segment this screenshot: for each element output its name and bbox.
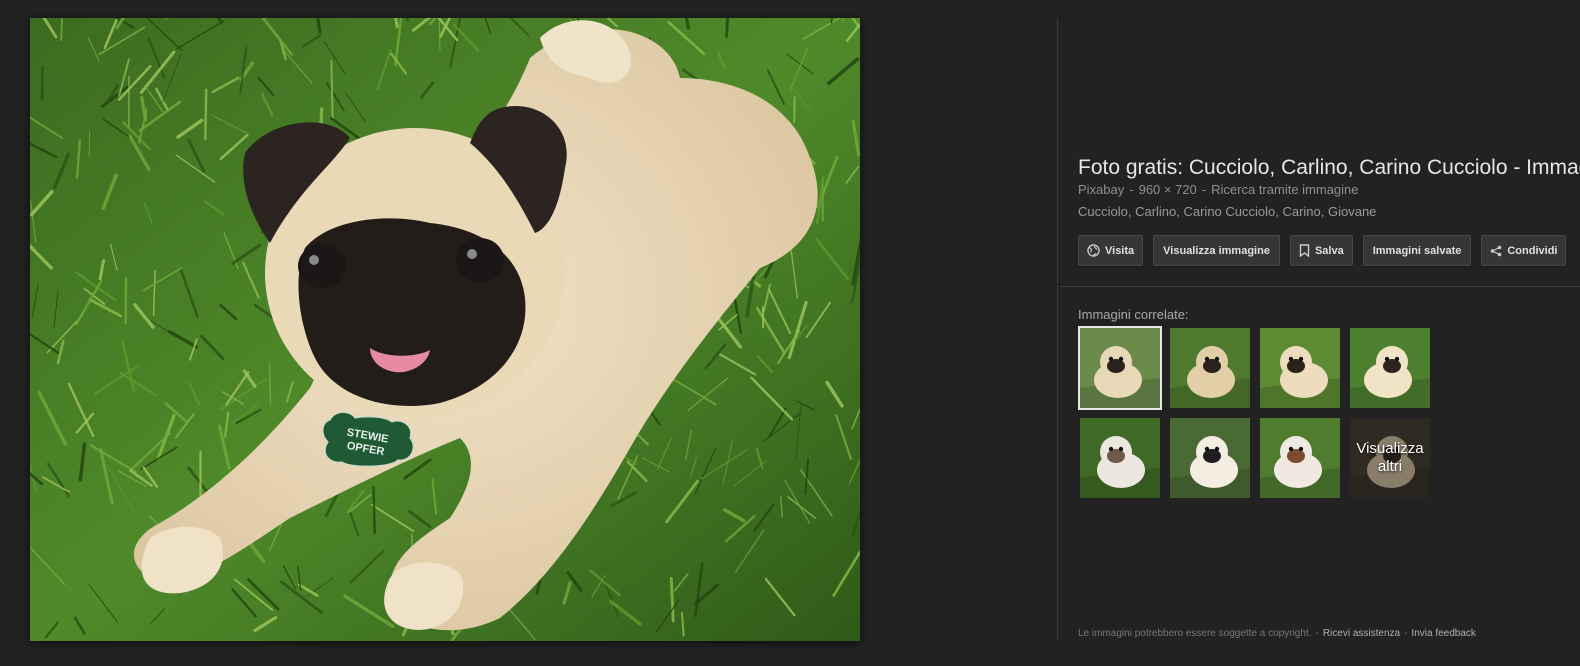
related-images-grid: Visualizza altri — [1078, 326, 1432, 500]
source-link[interactable]: Pixabay — [1078, 182, 1124, 197]
globe-icon — [1087, 244, 1100, 257]
related-thumbnail[interactable] — [1258, 326, 1342, 410]
thumbnail-image — [1350, 328, 1430, 408]
help-link[interactable]: Ricevi assistenza — [1323, 628, 1400, 639]
thumbnail-image — [1170, 418, 1250, 498]
related-thumbnail[interactable] — [1168, 416, 1252, 500]
footer-separator: - — [1404, 628, 1408, 639]
related-thumbnail[interactable] — [1078, 416, 1162, 500]
meta-separator: - — [1129, 182, 1134, 197]
thumbnail-image — [1080, 328, 1160, 408]
info-panel: Foto gratis: Cucciolo, Carlino, Carino C… — [1078, 0, 1580, 666]
visit-label: Visita — [1105, 244, 1135, 257]
visit-button[interactable]: Visita — [1078, 235, 1144, 266]
image-viewer: STEWIE OPFER Foto gratis: Cucciolo, Carl… — [0, 0, 1580, 666]
thumbnail-image — [1260, 328, 1340, 408]
view-more-thumbnail[interactable]: Visualizza altri — [1348, 416, 1432, 500]
footer: Le immagini potrebbero essere soggette a… — [1078, 628, 1476, 639]
related-images-label: Immagini correlate: — [1078, 307, 1189, 322]
meta-separator: - — [1201, 182, 1207, 197]
saved-images-label: Immagini salvate — [1372, 244, 1462, 257]
thumbnail-image — [1080, 418, 1160, 498]
image-title[interactable]: Foto gratis: Cucciolo, Carlino, Carino C… — [1078, 156, 1580, 180]
share-button[interactable]: Condividi — [1481, 235, 1567, 266]
related-thumbnail[interactable] — [1078, 326, 1162, 410]
image-meta: Pixabay -960 × 720- Ricerca tramite immagi… — [1078, 182, 1359, 197]
view-more-label: Visualizza altri — [1350, 418, 1430, 498]
view-image-button[interactable]: Visualizza immagine — [1153, 235, 1280, 266]
thumbnail-image — [1260, 418, 1340, 498]
footer-separator: - — [1315, 628, 1319, 639]
copyright-notice: Le immagini potrebbero essere soggette a… — [1078, 628, 1312, 639]
action-buttons: Visita Visualizza immagine Salva Immagin… — [1078, 235, 1567, 266]
search-by-image-link[interactable]: Ricerca tramite immagine — [1211, 182, 1358, 197]
vertical-divider — [1057, 18, 1058, 640]
save-label: Salva — [1314, 244, 1344, 257]
related-thumbnail[interactable] — [1348, 326, 1432, 410]
related-thumbnail[interactable] — [1168, 326, 1252, 410]
thumbnail-image — [1170, 328, 1250, 408]
share-label: Condividi — [1507, 244, 1558, 257]
preview-image[interactable]: STEWIE OPFER — [30, 18, 860, 641]
share-icon — [1490, 245, 1502, 257]
saved-images-button[interactable]: Immagini salvate — [1362, 235, 1472, 266]
bookmark-icon — [1299, 244, 1310, 257]
feedback-link[interactable]: Invia feedback — [1411, 628, 1476, 639]
pug-photo: STEWIE OPFER — [30, 18, 860, 641]
image-dimensions: 960 × 720 — [1138, 182, 1197, 197]
view-image-label: Visualizza immagine — [1163, 244, 1270, 257]
save-button[interactable]: Salva — [1289, 235, 1353, 266]
image-tags: Cucciolo, Carlino, Carino Cucciolo, Cari… — [1078, 204, 1377, 219]
related-thumbnail[interactable] — [1258, 416, 1342, 500]
